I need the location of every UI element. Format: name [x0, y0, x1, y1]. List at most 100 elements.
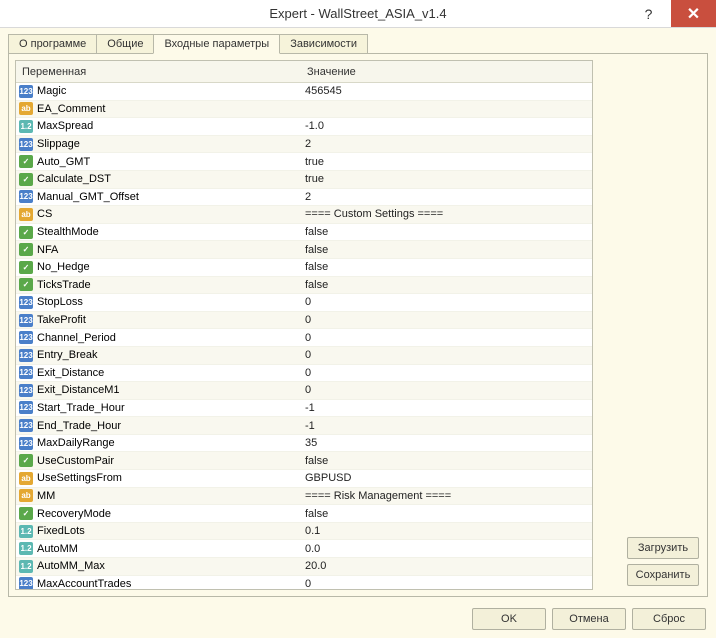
- cell-value[interactable]: false: [301, 508, 592, 520]
- cell-value[interactable]: -1: [301, 420, 592, 432]
- int-type-icon: 123: [19, 314, 33, 327]
- param-name: FixedLots: [37, 525, 85, 537]
- dbl-type-icon: 1.2: [19, 120, 33, 133]
- cell-value[interactable]: 0: [301, 332, 592, 344]
- table-row[interactable]: 123Slippage2: [16, 136, 592, 154]
- param-name: Start_Trade_Hour: [37, 402, 125, 414]
- table-row[interactable]: 123MaxAccountTrades0: [16, 576, 592, 590]
- header-variable[interactable]: Переменная: [16, 66, 301, 78]
- cell-value[interactable]: 0.0: [301, 543, 592, 555]
- help-button[interactable]: ?: [626, 0, 671, 27]
- cell-variable: abCS: [16, 208, 301, 221]
- table-row[interactable]: 123End_Trade_Hour-1: [16, 417, 592, 435]
- cell-value[interactable]: 20.0: [301, 560, 592, 572]
- cell-value[interactable]: false: [301, 244, 592, 256]
- cell-value[interactable]: false: [301, 261, 592, 273]
- table-row[interactable]: 123StopLoss0: [16, 294, 592, 312]
- table-row[interactable]: 123Channel_Period0: [16, 329, 592, 347]
- table-row[interactable]: 123 TakeProfit 0: [16, 312, 592, 330]
- table-row[interactable]: 123Manual_GMT_Offset2: [16, 189, 592, 207]
- cell-value[interactable]: 35: [301, 437, 592, 449]
- tab-about[interactable]: О программе: [8, 34, 97, 53]
- cell-variable: 123End_Trade_Hour: [16, 419, 301, 432]
- cell-value[interactable]: false: [301, 226, 592, 238]
- cell-value[interactable]: true: [301, 173, 592, 185]
- table-row[interactable]: ✓UseCustomPairfalse: [16, 452, 592, 470]
- bool-type-icon: ✓: [19, 278, 33, 291]
- reset-button[interactable]: Сброс: [632, 608, 706, 630]
- params-table: Переменная Значение 123Magic456545abEA_C…: [15, 60, 593, 590]
- table-row[interactable]: abCS==== Custom Settings ====: [16, 206, 592, 224]
- param-name: StopLoss: [37, 296, 83, 308]
- cell-value[interactable]: 0: [301, 384, 592, 396]
- table-row[interactable]: abEA_Comment: [16, 101, 592, 119]
- cell-value[interactable]: 0: [301, 367, 592, 379]
- param-name: MaxDailyRange: [37, 437, 115, 449]
- titlebar: Expert - WallStreet_ASIA_v1.4 ? ✕: [0, 0, 716, 28]
- cell-variable: 123Exit_Distance: [16, 366, 301, 379]
- int-type-icon: 123: [19, 401, 33, 414]
- ok-button[interactable]: OK: [472, 608, 546, 630]
- cell-value[interactable]: ==== Custom Settings ====: [301, 208, 592, 220]
- table-row[interactable]: abUseSettingsFromGBPUSD: [16, 470, 592, 488]
- close-button[interactable]: ✕: [671, 0, 716, 27]
- table-row[interactable]: abMM==== Risk Management ====: [16, 488, 592, 506]
- table-row[interactable]: ✓NFAfalse: [16, 241, 592, 259]
- cell-variable: 1.2AutoMM: [16, 542, 301, 555]
- param-name: Manual_GMT_Offset: [37, 191, 139, 203]
- table-row[interactable]: 123 Start_Trade_Hour -1: [16, 400, 592, 418]
- cell-value[interactable]: ==== Risk Management ====: [301, 490, 592, 502]
- table-row[interactable]: ✓RecoveryModefalse: [16, 505, 592, 523]
- cell-value[interactable]: 456545: [301, 85, 592, 97]
- cell-variable: 123Entry_Break: [16, 349, 301, 362]
- table-row[interactable]: 1.2FixedLots0.1: [16, 523, 592, 541]
- cell-value[interactable]: 0: [301, 578, 592, 590]
- param-name: MaxSpread: [37, 120, 93, 132]
- table-row[interactable]: 123Magic456545: [16, 83, 592, 101]
- table-row[interactable]: ✓Calculate_DSTtrue: [16, 171, 592, 189]
- cell-variable: ✓Calculate_DST: [16, 173, 301, 186]
- table-row[interactable]: ✓Auto_GMTtrue: [16, 153, 592, 171]
- table-row[interactable]: 1.2AutoMM_Max20.0: [16, 558, 592, 576]
- param-name: Magic: [37, 85, 66, 97]
- cell-value[interactable]: true: [301, 156, 592, 168]
- load-button[interactable]: Загрузить: [627, 537, 699, 559]
- cell-value[interactable]: false: [301, 279, 592, 291]
- cell-value[interactable]: false: [301, 455, 592, 467]
- table-row[interactable]: 123MaxDailyRange35: [16, 435, 592, 453]
- cell-value[interactable]: GBPUSD: [301, 472, 592, 484]
- header-value[interactable]: Значение: [301, 66, 592, 78]
- cell-variable: ✓RecoveryMode: [16, 507, 301, 520]
- table-row[interactable]: 123Entry_Break0: [16, 347, 592, 365]
- cell-value[interactable]: 0: [301, 296, 592, 308]
- param-name: TakeProfit: [37, 314, 86, 326]
- table-row[interactable]: ✓StealthModefalse: [16, 224, 592, 242]
- save-button[interactable]: Сохранить: [627, 564, 699, 586]
- table-row[interactable]: ✓No_Hedgefalse: [16, 259, 592, 277]
- tab-inputs[interactable]: Входные параметры: [153, 34, 280, 54]
- bool-type-icon: ✓: [19, 507, 33, 520]
- table-row[interactable]: 123Exit_DistanceM10: [16, 382, 592, 400]
- cell-value[interactable]: -1: [301, 402, 592, 414]
- cell-variable: 123Magic: [16, 85, 301, 98]
- param-name: UseSettingsFrom: [37, 472, 122, 484]
- table-row[interactable]: ✓TicksTradefalse: [16, 277, 592, 295]
- cell-value[interactable]: 0.1: [301, 525, 592, 537]
- cell-variable: ✓TicksTrade: [16, 278, 301, 291]
- table-row[interactable]: 1.2 MaxSpread -1.0: [16, 118, 592, 136]
- cell-value[interactable]: -1.0: [301, 120, 592, 132]
- param-name: MM: [37, 490, 55, 502]
- cell-value[interactable]: 0: [301, 349, 592, 361]
- cancel-button[interactable]: Отмена: [552, 608, 626, 630]
- table-row[interactable]: 123Exit_Distance0: [16, 365, 592, 383]
- bool-type-icon: ✓: [19, 226, 33, 239]
- cell-value[interactable]: 0: [301, 314, 592, 326]
- tab-deps[interactable]: Зависимости: [279, 34, 368, 53]
- param-name: EA_Comment: [37, 103, 105, 115]
- table-row[interactable]: 1.2AutoMM0.0: [16, 540, 592, 558]
- params-frame: Переменная Значение 123Magic456545abEA_C…: [8, 53, 708, 597]
- tab-common[interactable]: Общие: [96, 34, 154, 53]
- cell-value[interactable]: 2: [301, 191, 592, 203]
- cell-value[interactable]: 2: [301, 138, 592, 150]
- cell-variable: 123MaxDailyRange: [16, 437, 301, 450]
